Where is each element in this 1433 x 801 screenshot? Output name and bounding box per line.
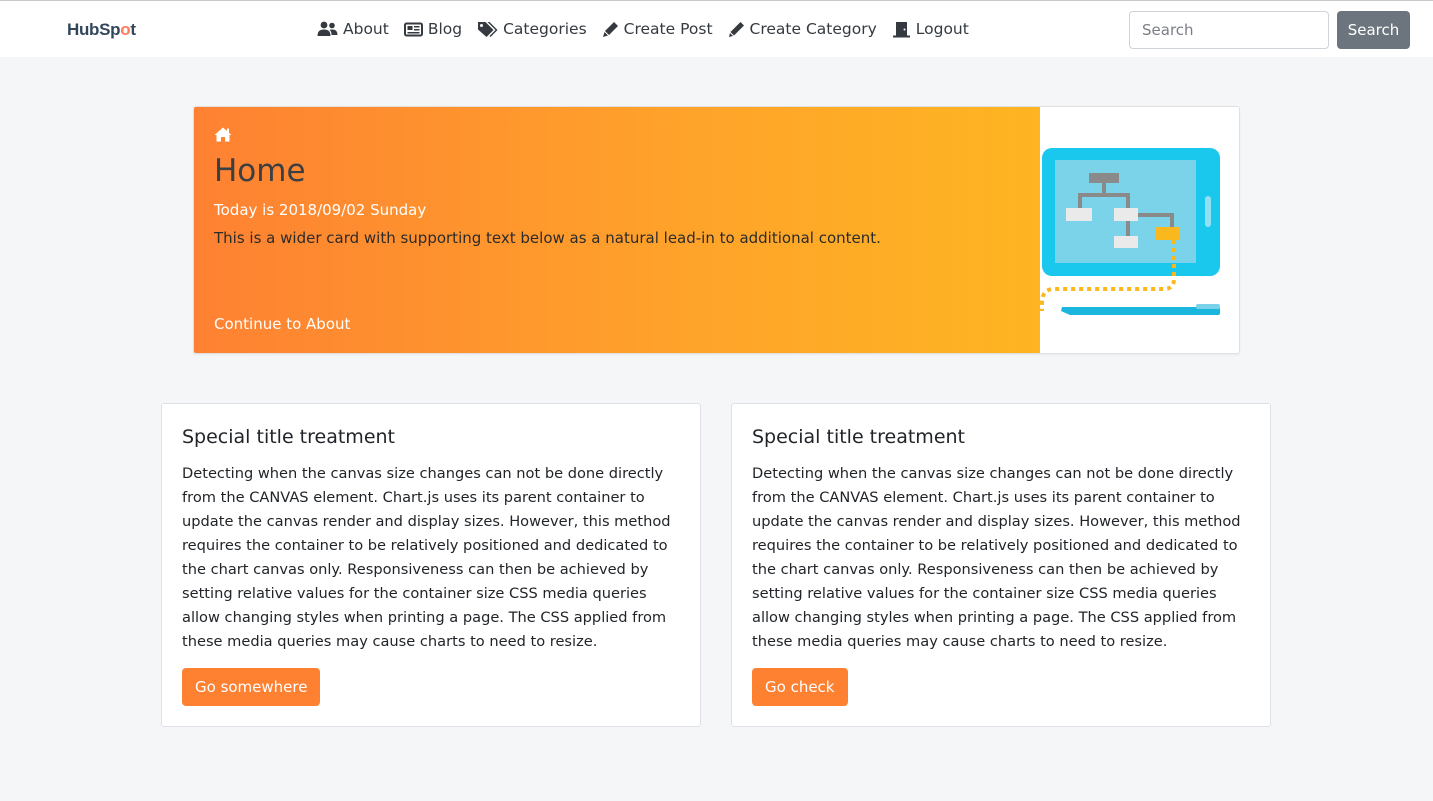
page-title: Home [214, 153, 306, 189]
pen-icon [602, 21, 618, 37]
logo-text-suffix: t [130, 20, 136, 39]
logo-text-prefix: HubSp [67, 20, 121, 39]
nav-item-label: About [343, 20, 389, 38]
card-title: Special title treatment [752, 426, 965, 448]
hero-lead-text: This is a wider card with supporting tex… [214, 229, 881, 247]
card-text: Detecting when the canvas size changes c… [182, 465, 671, 650]
info-card: Special title treatment Detecting when t… [161, 403, 701, 727]
hubspot-logo[interactable]: HubSp o t [67, 19, 136, 41]
hero-card: Home Today is 2018/09/02 Sunday This is … [193, 106, 1240, 354]
card-title: Special title treatment [182, 426, 395, 448]
home-icon [214, 127, 232, 142]
tags-icon [478, 21, 498, 37]
go-check-button[interactable]: Go check [752, 668, 848, 706]
users-icon [317, 21, 338, 36]
nav-item-about[interactable]: About [317, 18, 389, 40]
search-button[interactable]: Search [1337, 11, 1410, 49]
card-text: Detecting when the canvas size changes c… [752, 465, 1241, 650]
hero-illustration [1040, 107, 1239, 353]
nav-item-categories[interactable]: Categories [477, 18, 587, 40]
date-text: Today is 2018/09/02 Sunday [214, 201, 427, 219]
continue-to-about-link[interactable]: Continue to About [214, 315, 350, 333]
hero-banner: Home Today is 2018/09/02 Sunday This is … [194, 107, 1040, 353]
search-input[interactable] [1129, 11, 1329, 49]
info-card: Special title treatment Detecting when t… [731, 403, 1271, 727]
nav-item-label: Create Category [749, 20, 877, 38]
nav-item-blog[interactable]: Blog [403, 18, 463, 40]
logo-sprocket: o [120, 20, 131, 39]
nav-item-label: Blog [427, 20, 463, 38]
nav-item-create-category[interactable]: Create Category [728, 18, 877, 40]
pencil-icon [728, 21, 744, 37]
go-somewhere-button[interactable]: Go somewhere [182, 668, 321, 706]
nav-item-label: Categories [503, 20, 587, 38]
nav-item-label: Create Post [623, 20, 713, 38]
tablet-flowchart-illustration [1040, 148, 1220, 315]
door-icon [892, 21, 910, 37]
newspaper-icon [403, 22, 423, 36]
navbar: HubSp o t About Blog Categories Create P… [0, 1, 1433, 57]
nav-item-create-post[interactable]: Create Post [602, 18, 713, 40]
nav-item-label: Logout [915, 20, 969, 38]
nav-item-logout[interactable]: Logout [892, 18, 969, 40]
nav-links: About Blog Categories Create Post Create… [317, 18, 984, 40]
